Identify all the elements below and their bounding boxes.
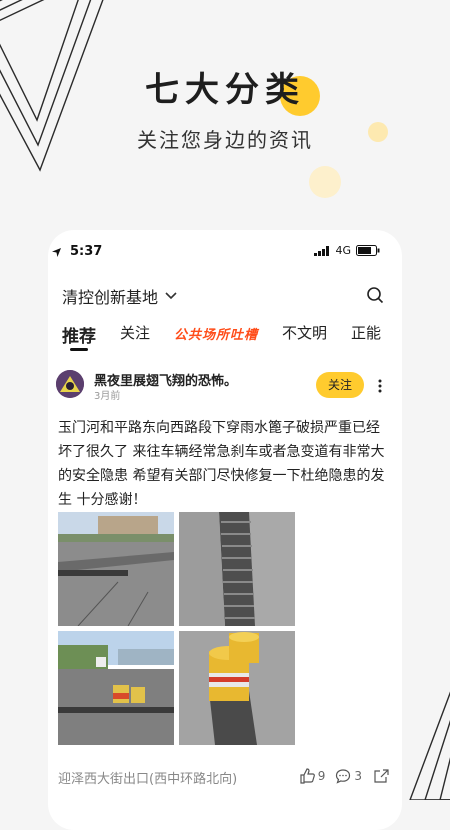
post-header: 黑夜里展翅飞翔的恐怖。 3月前 关注 — [56, 370, 388, 404]
search-icon[interactable] — [366, 286, 384, 308]
tab-public-complaints[interactable]: 公共场所吐槽 — [174, 324, 258, 343]
yellow-dot-pale — [309, 166, 341, 198]
category-tabs: 推荐 关注 公共场所吐槽 不文明 正能 — [62, 322, 402, 358]
post-content: 玉门河和平路东向西路段下穿雨水篦子破损严重已经坏了很久了 来往车辆经常急刹车或者… — [58, 420, 385, 508]
location-arrow-icon — [52, 248, 62, 257]
location-selector[interactable]: 清控创新基地 — [62, 284, 384, 308]
share-icon — [374, 769, 389, 783]
comment-icon — [336, 769, 351, 784]
tab-uncivilized[interactable]: 不文明 — [282, 322, 327, 343]
chevron-down-icon — [164, 291, 178, 301]
tab-positive-energy[interactable]: 正能 — [351, 322, 381, 343]
post-photo-drain-grate-2[interactable] — [179, 631, 295, 745]
post-actions: 9 3 — [289, 768, 390, 784]
hero-title: 七大分类 — [145, 70, 305, 110]
signal-icon — [314, 245, 330, 256]
tab-recommend[interactable]: 推荐 — [62, 322, 96, 351]
tab-following[interactable]: 关注 — [120, 322, 150, 343]
comment-button[interactable]: 3 — [335, 768, 362, 784]
post-footer: 迎泽西大街出口(西中环路北向) 9 3 — [58, 768, 390, 788]
status-icons: 4G — [52, 244, 380, 257]
post-time: 3月前 — [94, 391, 121, 402]
status-bar: 5:37 4G — [52, 244, 380, 262]
post-location[interactable]: 迎泽西大街出口(西中环路北向) — [58, 772, 237, 787]
post-photos — [58, 512, 298, 746]
comment-count: 3 — [354, 769, 362, 783]
like-button[interactable]: 9 — [299, 768, 326, 784]
more-options-icon[interactable] — [372, 378, 388, 393]
post-photo-road-2[interactable] — [58, 631, 174, 745]
post-photo-drain-grate-1[interactable] — [179, 512, 295, 626]
location-name: 清控创新基地 — [62, 288, 159, 307]
follow-button[interactable]: 关注 — [316, 372, 364, 398]
post-photo-road-1[interactable] — [58, 512, 174, 626]
share-button[interactable] — [372, 768, 390, 784]
hero-subtitle: 关注您身边的资讯 — [137, 128, 313, 152]
avatar[interactable] — [56, 370, 84, 398]
status-time: 5:37 — [70, 244, 103, 259]
battery-icon — [356, 245, 380, 256]
like-count: 9 — [317, 769, 326, 783]
thumbs-up-icon — [300, 768, 315, 784]
network-type: 4G — [335, 244, 351, 257]
phone-screen: 5:37 4G 清控创新基地 推荐 关注 公共场所吐槽 不文明 正能 黑夜里展翅… — [48, 230, 402, 830]
